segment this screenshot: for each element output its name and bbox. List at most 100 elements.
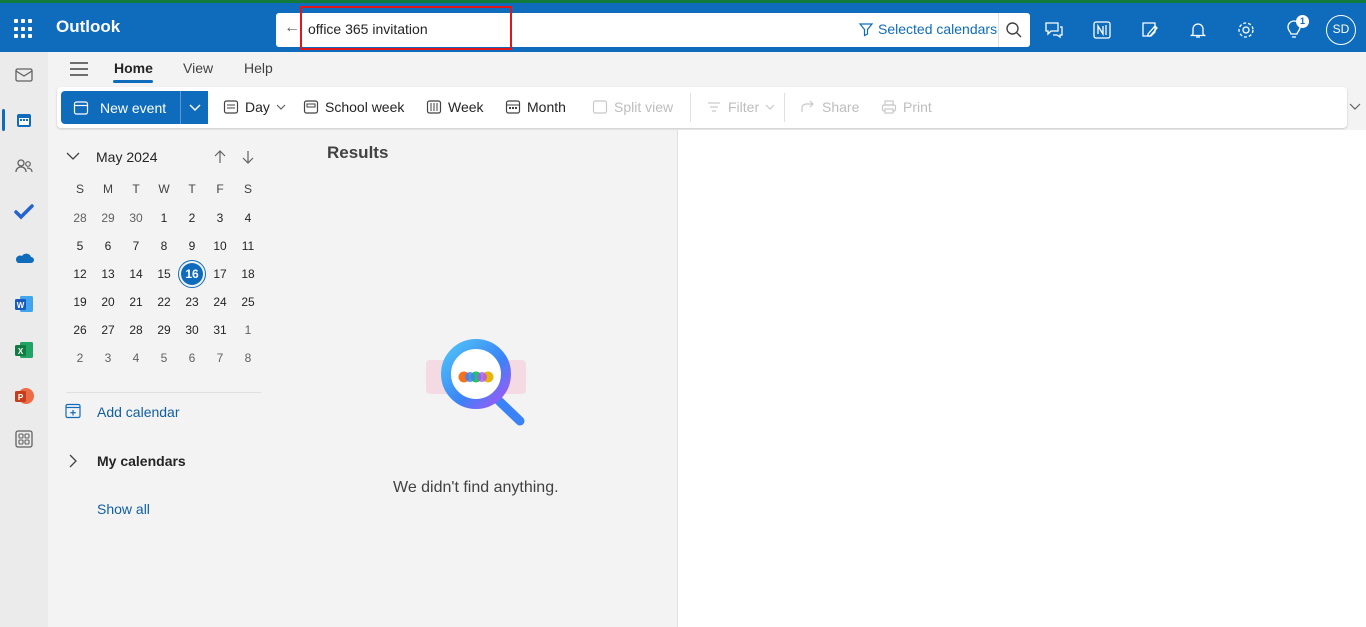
calendar-day[interactable]: 9 [178,235,206,263]
add-calendar-link[interactable]: Add calendar [97,404,180,420]
calendar-day[interactable]: 5 [66,235,94,263]
week-view-button[interactable]: Week [426,99,484,115]
calendar-day[interactable]: 28 [122,319,150,347]
app-rail: W X P [0,52,48,627]
calendar-day[interactable]: 10 [206,235,234,263]
chevron-down-icon[interactable] [1349,103,1361,111]
new-event-dropdown-button[interactable] [180,91,208,124]
calendar-day[interactable]: 7 [206,347,234,375]
split-view-label: Split view [614,99,674,115]
bell-icon[interactable] [1188,20,1208,40]
my-calendars-group[interactable]: My calendars [97,453,186,469]
calendar-day[interactable]: 20 [94,291,122,319]
calendar-day[interactable]: 31 [206,319,234,347]
calendar-day[interactable]: 17 [206,263,234,291]
calendar-day[interactable]: 6 [94,235,122,263]
show-all-link[interactable]: Show all [97,501,150,517]
gear-icon[interactable] [1236,20,1256,40]
calendar-day[interactable]: 24 [206,291,234,319]
command-separator [690,93,691,122]
excel-icon[interactable]: X [13,339,35,361]
tab-view[interactable]: View [183,60,213,76]
calendar-day[interactable]: 29 [94,207,122,235]
add-calendar-icon[interactable] [65,403,81,419]
weekday-label: S [75,182,84,196]
calendar-day[interactable]: 3 [94,347,122,375]
calendar-day[interactable]: 4 [234,207,262,235]
calendar-day[interactable]: 1 [234,319,262,347]
calendar-day[interactable]: 7 [122,235,150,263]
sidebar-divider [66,392,261,393]
mail-icon[interactable] [13,64,35,86]
mini-calendar-month[interactable]: May 2024 [96,149,157,165]
calendar-day[interactable]: 2 [178,207,206,235]
calendar-day[interactable]: 28 [66,207,94,235]
avatar[interactable]: SD [1326,15,1356,45]
back-arrow-icon[interactable]: ← [284,19,300,37]
app-title[interactable]: Outlook [56,17,120,37]
search-scope-button[interactable]: Selected calendars [858,21,997,37]
todo-check-icon[interactable] [13,201,35,223]
word-icon[interactable]: W [13,293,35,315]
hamburger-menu-icon[interactable] [69,61,89,77]
calendar-day[interactable]: 25 [234,291,262,319]
calendar-day[interactable]: 4 [122,347,150,375]
calendar-day[interactable]: 18 [234,263,262,291]
no-results-illustration [426,339,526,426]
collapse-chevron-icon[interactable] [66,150,80,162]
powerpoint-icon[interactable]: P [13,385,35,407]
chevron-right-icon[interactable] [68,453,78,469]
onenote-icon[interactable] [1092,20,1112,40]
app-launcher-icon[interactable] [14,19,34,39]
apps-icon[interactable] [13,428,35,450]
calendar-day[interactable]: 15 [150,263,178,291]
filter-button[interactable]: Filter [706,99,775,115]
onedrive-icon[interactable] [13,247,35,269]
month-view-button[interactable]: Month [505,99,566,115]
work-week-icon [303,100,319,114]
week-view-label: Week [448,99,484,115]
calendar-day[interactable]: 12 [66,263,94,291]
svg-text:W: W [17,301,25,310]
calendar-day[interactable]: 13 [94,263,122,291]
calendar-day[interactable]: 21 [122,291,150,319]
calendar-day[interactable]: 26 [66,319,94,347]
todo-icon[interactable] [1140,20,1160,40]
calendar-day[interactable]: 3 [206,207,234,235]
arrow-down-icon[interactable] [242,150,254,164]
share-button[interactable]: Share [800,99,859,115]
filter-icon [858,23,874,37]
calendar-day[interactable]: 14 [122,263,150,291]
calendar-day[interactable]: 8 [150,235,178,263]
split-view-icon [592,100,608,114]
calendar-day-today[interactable]: 16 [178,260,206,291]
calendar-day[interactable]: 27 [94,319,122,347]
search-icon[interactable] [1004,20,1024,40]
day-view-button[interactable]: Day [223,99,286,115]
chat-icon[interactable] [1044,20,1064,40]
calendar-day[interactable]: 29 [150,319,178,347]
calendar-day[interactable]: 30 [122,207,150,235]
calendar-day[interactable]: 22 [150,291,178,319]
calendar-day[interactable]: 2 [66,347,94,375]
print-button[interactable]: Print [881,99,932,115]
calendar-icon[interactable] [13,109,35,131]
calendar-day[interactable]: 11 [234,235,262,263]
tab-home[interactable]: Home [114,60,153,76]
arrow-up-icon[interactable] [214,150,226,164]
tab-help[interactable]: Help [244,60,273,76]
split-view-button[interactable]: Split view [592,99,673,115]
calendar-day[interactable]: 6 [178,347,206,375]
calendar-week-row: 28 29 30 1 2 3 4 [66,207,262,235]
svg-text:P: P [18,393,24,402]
calendar-day[interactable]: 1 [150,207,178,235]
school-week-view-button[interactable]: School week [303,99,404,115]
search-box[interactable]: ← office 365 invitation Selected calenda… [276,6,1030,50]
calendar-day[interactable]: 5 [150,347,178,375]
people-icon[interactable] [13,155,35,177]
calendar-day[interactable]: 19 [66,291,94,319]
calendar-day[interactable]: 8 [234,347,262,375]
day-view-label: Day [245,99,270,115]
calendar-day[interactable]: 30 [178,319,206,347]
calendar-day[interactable]: 23 [178,291,206,319]
